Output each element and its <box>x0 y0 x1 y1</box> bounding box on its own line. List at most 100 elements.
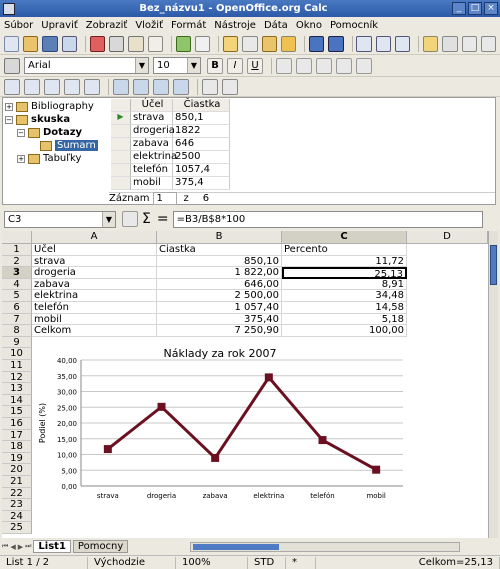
table-cell[interactable]: 1822 <box>173 125 230 138</box>
table-cell[interactable]: drogeria <box>131 125 175 138</box>
menu-item-3[interactable]: Vložiť <box>135 20 163 31</box>
name-box[interactable]: C3 ▼ <box>4 210 116 228</box>
record-current[interactable]: 1 <box>153 192 178 205</box>
hyperlink-icon[interactable] <box>356 35 372 52</box>
export-pdf-icon[interactable] <box>109 35 125 52</box>
menu-item-6[interactable]: Dáta <box>264 20 288 31</box>
row-selector[interactable] <box>111 164 131 177</box>
column-header-D[interactable]: D <box>407 231 488 244</box>
column-header[interactable]: Účel <box>131 99 173 112</box>
column-header-C[interactable]: C <box>282 231 407 244</box>
align-center-icon[interactable] <box>296 57 312 74</box>
sheet-cell[interactable]: 100,00 <box>282 325 407 337</box>
filter-icon[interactable] <box>133 78 149 95</box>
prev-sheet-icon[interactable]: ◀ <box>10 543 15 551</box>
row-header[interactable]: 11 <box>2 360 32 372</box>
table-cell[interactable]: mobil <box>131 177 173 190</box>
expand-icon[interactable]: + <box>17 154 25 163</box>
chevron-down-icon[interactable]: ▼ <box>187 58 200 73</box>
find-icon[interactable] <box>461 35 477 52</box>
menu-item-7[interactable]: Okno <box>296 20 322 31</box>
tree-item[interactable]: − Dotazy <box>5 126 105 139</box>
remove-filter-icon[interactable] <box>173 78 189 95</box>
row-header[interactable]: 15 <box>2 406 32 418</box>
row-header[interactable]: 3 <box>2 267 32 279</box>
sheet-cell[interactable]: Účel <box>32 244 157 256</box>
column-header-A[interactable]: A <box>32 231 157 244</box>
save-icon[interactable] <box>42 35 58 52</box>
table-cell[interactable]: 2500 <box>173 151 230 164</box>
sheet-cell[interactable]: elektrina <box>32 290 157 302</box>
row-header[interactable]: 10 <box>2 348 32 360</box>
menu-item-8[interactable]: Pomocník <box>330 20 378 31</box>
row-header[interactable]: 6 <box>2 302 32 314</box>
data-to-text-icon[interactable] <box>202 78 218 95</box>
row-selector[interactable] <box>111 151 131 164</box>
sheet-cell[interactable]: 1 057,40 <box>157 302 282 314</box>
font-name-combo[interactable]: Arial ▼ <box>24 57 149 74</box>
draw-functions-icon[interactable] <box>442 35 458 52</box>
scrollbar-thumb[interactable] <box>490 245 497 285</box>
sheet-cell[interactable]: 14,58 <box>282 302 407 314</box>
edit-data-icon[interactable] <box>24 78 40 95</box>
horizontal-scrollbar[interactable] <box>190 541 461 552</box>
sheet-cell[interactable]: 646,00 <box>157 278 282 291</box>
row-header[interactable]: 16 <box>2 418 32 430</box>
row-header[interactable]: 20 <box>2 464 32 476</box>
table-cell[interactable]: 1057,4 <box>173 164 230 177</box>
merge-cells-icon[interactable] <box>356 57 372 74</box>
row-header[interactable]: 25 <box>2 522 32 534</box>
scrollbar-thumb[interactable] <box>193 543 280 550</box>
stylist-icon[interactable] <box>4 57 20 74</box>
status-zoom[interactable]: 100% <box>176 556 248 569</box>
vertical-scrollbar[interactable] <box>488 231 498 538</box>
table-cell[interactable]: zabava <box>131 138 173 151</box>
row-header[interactable]: 8 <box>2 325 32 337</box>
paste-record-icon[interactable] <box>84 78 100 95</box>
table-row[interactable]: telefón 1057,4 <box>111 164 233 177</box>
menu-item-2[interactable]: Zobraziť <box>86 20 128 31</box>
align-right-icon[interactable] <box>316 57 332 74</box>
chevron-down-icon[interactable]: ▼ <box>135 58 148 73</box>
table-row[interactable]: ▶ strava 850,1 <box>111 112 233 125</box>
spellcheck-icon[interactable] <box>175 35 191 52</box>
sheet-tab[interactable]: Pomocny <box>72 540 129 553</box>
redo-icon[interactable] <box>328 35 344 52</box>
new-icon[interactable] <box>4 35 20 52</box>
sort-icon[interactable] <box>113 78 129 95</box>
row-header[interactable]: 13 <box>2 383 32 395</box>
page-preview-icon[interactable] <box>147 35 163 52</box>
corner-cell[interactable] <box>2 231 32 244</box>
cut-record-icon[interactable] <box>44 78 60 95</box>
row-header[interactable]: 18 <box>2 441 32 453</box>
row-header[interactable]: 2 <box>2 255 32 268</box>
sheet-cell[interactable]: 5,18 <box>282 313 407 326</box>
chart[interactable]: Náklady za rok 2007 0,00 5,00 10,00 15,00 20,… <box>33 344 407 538</box>
sheet-cell[interactable]: 8,91 <box>282 278 407 291</box>
save-record-icon[interactable] <box>4 78 20 95</box>
navigator-icon[interactable] <box>480 35 497 52</box>
undo-icon[interactable] <box>309 35 325 52</box>
copy-icon[interactable] <box>242 35 258 52</box>
row-header[interactable]: 14 <box>2 394 32 407</box>
table-cell[interactable]: 850,1 <box>173 112 230 125</box>
row-header[interactable]: 4 <box>2 278 32 291</box>
collapse-icon[interactable]: − <box>5 115 13 124</box>
row-header[interactable]: 12 <box>2 371 32 384</box>
row-header[interactable]: 23 <box>2 499 32 511</box>
next-sheet-icon[interactable]: ▶ <box>18 543 23 551</box>
row-header[interactable]: 9 <box>2 336 32 349</box>
table-cell[interactable]: elektrina <box>131 151 177 164</box>
table-cell[interactable]: strava <box>131 112 173 125</box>
table-row[interactable]: mobil 375,4 <box>111 177 233 190</box>
font-size-combo[interactable]: 10 ▼ <box>153 57 201 74</box>
row-header[interactable]: 17 <box>2 429 32 442</box>
row-header[interactable]: 7 <box>2 313 32 326</box>
expand-icon[interactable]: + <box>5 102 13 111</box>
table-row[interactable]: elektrina 2500 <box>111 151 233 164</box>
table-row[interactable]: zabava 646 <box>111 138 233 151</box>
sheet-cell[interactable]: zabava <box>32 278 157 291</box>
sheet-tab[interactable]: List1 <box>33 540 71 553</box>
underline-icon[interactable]: U <box>247 57 263 74</box>
justify-icon[interactable] <box>336 57 352 74</box>
